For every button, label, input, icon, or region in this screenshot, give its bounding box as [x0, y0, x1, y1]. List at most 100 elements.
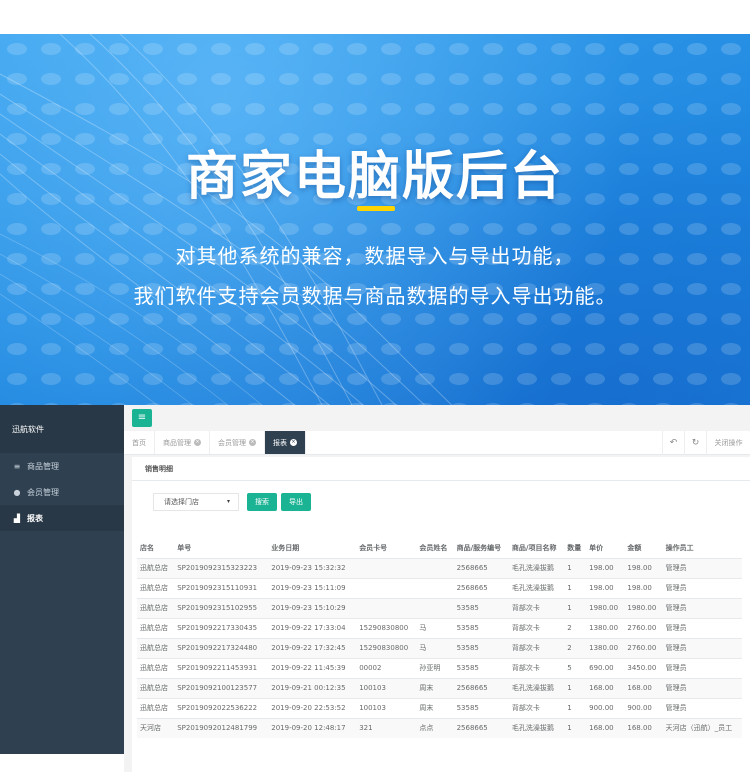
title-underline [357, 206, 395, 211]
tab-reports[interactable]: 报表 × [265, 431, 306, 454]
table-cell: 168.00 [586, 717, 625, 738]
table-cell: 15290830800 [356, 617, 417, 638]
table-cell: SP2019092217324480 [174, 637, 269, 658]
table-cell: 900.00 [624, 697, 663, 718]
close-icon[interactable]: × [290, 439, 297, 446]
table-cell: 321 [356, 717, 417, 738]
table-cell: 2019-09-23 15:32:32 [268, 557, 357, 578]
table-row[interactable]: 迅航总店 SP2019092217330435 2019-09-22 17:33:0… [137, 617, 742, 638]
tab-home[interactable]: 首页 [124, 431, 155, 454]
tab-label: 报表 [273, 438, 287, 447]
sidebar-item-goods[interactable]: ≡ 商品管理 [0, 453, 124, 479]
refresh-icon[interactable]: ↻ [684, 431, 706, 455]
table-cell: 管理员 [662, 677, 742, 698]
column-header: 会员姓名 [416, 538, 454, 559]
table-cell: 168.00 [624, 717, 663, 738]
table-cell: 毛孔洗澡拔鹅 [508, 577, 565, 598]
tab-label: 首页 [132, 438, 146, 447]
table-cell: 2019-09-20 12:48:17 [268, 717, 357, 738]
table-cell: 点点 [416, 717, 454, 738]
table-cell: 900.00 [586, 697, 625, 718]
store-select[interactable]: 请选择门店 ▾ [153, 493, 239, 511]
table-row[interactable]: 迅航总店 SP2019092315102955 2019-09-23 15:10:2… [137, 597, 742, 618]
sidebar-item-label: 商品管理 [27, 461, 59, 471]
sidebar-item-reports[interactable]: ▟ 报表 [0, 505, 124, 531]
table-cell [356, 577, 417, 598]
table-cell: SP2019092315110931 [174, 577, 269, 598]
table-cell: 2 [564, 637, 587, 658]
tab-members[interactable]: 会员管理 × [210, 431, 265, 454]
table-cell: 1380.00 [586, 637, 625, 658]
table-cell: 2568665 [453, 557, 509, 578]
table-cell: 1 [564, 697, 587, 718]
table-row[interactable]: 迅航总店 SP2019092100123577 2019-09-21 00:12:3… [137, 677, 742, 698]
table-cell: 2019-09-22 17:33:04 [268, 617, 357, 638]
top-bar: ≡ [124, 405, 750, 431]
table-cell: 1 [564, 677, 587, 698]
table-cell [356, 557, 417, 578]
table-row[interactable]: 迅航总店 SP2019092211453931 2019-09-22 11:45:3… [137, 657, 742, 678]
column-header: 商品/项目名称 [508, 538, 565, 559]
table-cell: 53585 [453, 697, 509, 718]
table-cell: 背部次卡 [508, 657, 565, 678]
table-cell: 2019-09-21 00:12:35 [268, 677, 357, 698]
hamburger-icon: ≡ [137, 412, 147, 423]
table-cell: 2 [564, 617, 587, 638]
tab-goods[interactable]: 商品管理 × [155, 431, 210, 454]
table-cell: SP2019092217330435 [174, 617, 269, 638]
column-header: 商品/服务编号 [453, 538, 509, 559]
table-cell: 2019-09-20 22:53:52 [268, 697, 357, 718]
export-button[interactable]: 导出 [281, 493, 311, 511]
table-cell: 1 [564, 577, 587, 598]
page: 商家电脑版后台 对其他系统的兼容，数据导入与导出功能， 我们软件支持会员数据与商… [0, 0, 750, 772]
close-ops-menu[interactable]: 关闭操作 [706, 431, 750, 455]
table-cell: 198.00 [624, 577, 663, 598]
banner-title: 商家电脑版后台 [185, 147, 564, 207]
table-cell: 1980.00 [586, 597, 625, 618]
table-cell: SP2019092022536222 [174, 697, 269, 718]
table-cell: 管理员 [662, 657, 742, 678]
table-cell: SP2019092211453931 [174, 657, 269, 678]
menu-toggle-button[interactable]: ≡ [132, 409, 152, 427]
close-icon[interactable]: × [249, 439, 256, 446]
table-row[interactable]: 迅航总店 SP2019092217324480 2019-09-22 17:32:4… [137, 637, 742, 658]
sidebar-item-members[interactable]: ● 会员管理 [0, 479, 124, 505]
table-cell: 管理员 [662, 617, 742, 638]
table-cell: 100103 [356, 677, 417, 698]
table-cell: 1 [564, 717, 587, 738]
table-row[interactable]: 迅航总店 SP2019092315110931 2019-09-23 15:11:0… [137, 577, 742, 598]
table-cell [416, 577, 454, 598]
store-select-value: 请选择门店 [164, 498, 199, 506]
sidebar: 迅航软件 ≡ 商品管理 ● 会员管理 ▟ 报表 [0, 405, 124, 754]
table-cell: 168.00 [624, 677, 663, 698]
table-cell: 00002 [356, 657, 417, 678]
table-cell: 2568665 [453, 677, 509, 698]
table-row[interactable]: 迅航总店 SP2019092315323223 2019-09-23 15:32:3… [137, 557, 742, 578]
back-icon[interactable]: ↶ [662, 431, 684, 455]
table-cell: 53585 [453, 657, 509, 678]
column-header: 金额 [624, 538, 663, 559]
search-button[interactable]: 搜索 [247, 493, 277, 511]
table-cell: 100103 [356, 697, 417, 718]
table-cell [356, 597, 417, 618]
table-cell: 毛孔洗澡拔鹅 [508, 717, 565, 738]
close-icon[interactable]: × [194, 439, 201, 446]
table-cell: 198.00 [586, 577, 625, 598]
table-cell: 周末 [416, 677, 454, 698]
filter-row: 请选择门店 ▾ 搜索 导出 [132, 481, 750, 525]
table-cell: 背部次卡 [508, 637, 565, 658]
table-cell: 15290830800 [356, 637, 417, 658]
table-cell: 迅航总店 [137, 657, 175, 678]
table-cell: 管理员 [662, 577, 742, 598]
tab-label: 商品管理 [163, 438, 191, 447]
sidebar-item-label: 会员管理 [27, 487, 59, 497]
table-cell: SP2019092012481799 [174, 717, 269, 738]
table-row[interactable]: 迅航总店 SP2019092022536222 2019-09-20 22:53:5… [137, 697, 742, 718]
table-cell: 周末 [416, 697, 454, 718]
table-cell: SP2019092315102955 [174, 597, 269, 618]
table-row[interactable]: 天河店 SP2019092012481799 2019-09-20 12:48:17… [137, 717, 742, 738]
table-cell: 毛孔洗澡拔鹅 [508, 557, 565, 578]
list-icon: ≡ [13, 461, 21, 471]
user-icon: ● [13, 487, 21, 497]
table-cell: 迅航总店 [137, 617, 175, 638]
